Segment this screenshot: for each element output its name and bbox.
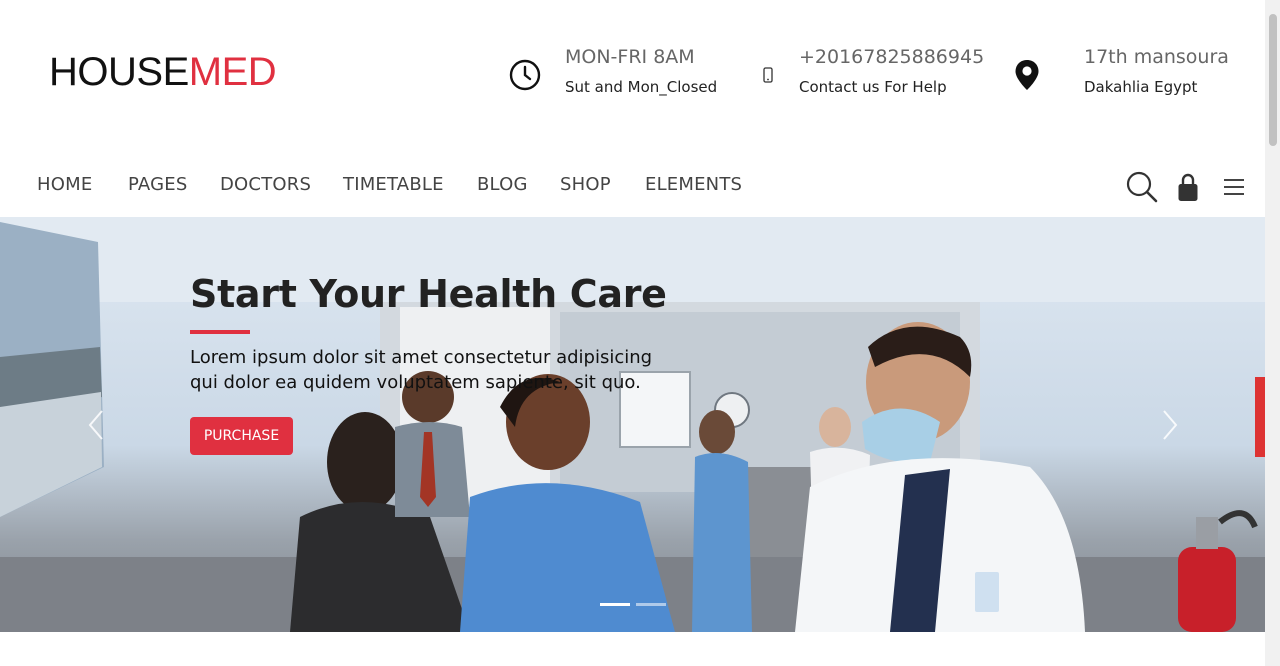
lock-icon[interactable] [1171,170,1205,204]
hero-title: Start Your Health Care [190,272,667,316]
nav-item-shop[interactable]: SHOP [560,174,611,195]
site-logo[interactable]: HOUSEMED [49,50,277,94]
slider-next-arrow-icon[interactable] [1158,407,1182,443]
address-street: 17th mansoura [1084,46,1229,68]
nav-item-timetable[interactable]: TIMETABLE [343,174,444,195]
slider-prev-arrow-icon[interactable] [84,407,108,443]
hamburger-menu-icon[interactable] [1217,170,1251,204]
nav-item-blog[interactable]: BLOG [477,174,528,195]
hours-days: MON-FRI 8AM [565,46,695,68]
logo-part-house: HOUSE [49,50,189,94]
scrollbar-thumb[interactable] [1269,14,1277,146]
phone-help-text: Contact us For Help [799,78,947,96]
header-top-bar: HOUSEMED MON-FRI 8AM Sut and Mon_Closed … [0,0,1265,150]
page-scrollbar[interactable] [1265,0,1280,666]
hero-slider: Start Your Health Care Lorem ipsum dolor… [0,217,1265,632]
hero-title-underline [190,330,250,334]
slider-dot-2[interactable] [636,603,666,606]
slider-dot-1[interactable] [600,603,630,606]
nav-item-doctors[interactable]: DOCTORS [220,174,311,195]
clock-icon [508,58,542,92]
hero-description: Lorem ipsum dolor sit amet consectetur a… [190,347,653,393]
nav-item-pages[interactable]: PAGES [128,174,187,195]
nav-item-elements[interactable]: ELEMENTS [645,174,742,195]
search-icon[interactable] [1125,170,1159,204]
logo-part-med: MED [188,50,277,94]
nav-item-home[interactable]: HOME [37,174,92,195]
main-navigation: HOME PAGES DOCTORS TIMETABLE BLOG SHOP E… [0,160,1265,216]
hours-closed-note: Sut and Mon_Closed [565,78,718,96]
phone-number[interactable]: +20167825886945 [799,46,984,68]
mobile-phone-icon [758,58,778,92]
purchase-button[interactable]: PURCHASE [190,417,293,455]
address-city: Dakahlia Egypt [1084,78,1198,96]
map-pin-icon [1010,58,1044,92]
